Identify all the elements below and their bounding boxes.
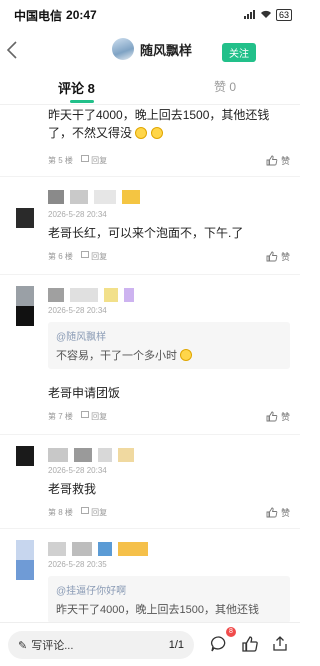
comment-text: 老哥长红，可以来个泡面不，下午.了 — [48, 226, 244, 240]
write-comment-placeholder: 写评论... — [31, 640, 74, 652]
floor-label: 第 7 楼 — [48, 411, 73, 421]
tab-likes[interactable]: 赞 0 — [214, 78, 236, 95]
floor-label: 第 8 楼 — [48, 507, 73, 517]
like-label: 赞 — [280, 411, 290, 422]
comment-text: 昨天干了4000，晚上回去1500，其他还钱了，不然又得没 — [48, 106, 288, 142]
reply-label: 回复 — [91, 251, 108, 261]
pencil-icon: ✎ — [18, 639, 28, 652]
floor-label: 第 5 楼 — [48, 155, 73, 165]
thumb-up-icon — [266, 155, 278, 165]
chevron-left-icon — [6, 41, 17, 59]
username-redacted[interactable] — [48, 190, 140, 204]
reply-label: 回复 — [91, 507, 108, 517]
active-tab-indicator — [70, 100, 94, 103]
emoji-sweat-icon — [180, 349, 193, 361]
comment-text: 老哥申请团饭 — [48, 386, 121, 400]
clock: 20:47 — [66, 8, 97, 22]
comment-text: 老哥救我 — [48, 482, 97, 496]
bottom-bar: ✎ 写评论... 1/1 8 — [0, 622, 300, 666]
username-redacted[interactable] — [48, 288, 134, 302]
comment-timestamp: 2026-5-28 20:34 — [48, 306, 107, 315]
quoted-comment[interactable]: @随风飘样 不容易，干了一个多小时 — [48, 322, 290, 369]
reply-icon — [80, 250, 89, 258]
tab-bar: 评论 8 赞 0 — [0, 78, 300, 104]
like-post-button[interactable] — [241, 635, 259, 653]
like-button[interactable]: 赞 — [266, 250, 290, 263]
quoted-text: 昨天干了4000，晚上回去1500，其他还钱 — [56, 604, 259, 616]
quoted-author[interactable]: @挂逼仔你好啊 — [56, 582, 282, 597]
author-info[interactable]: 随风飘样 — [112, 38, 192, 60]
divider — [0, 176, 300, 177]
divider — [0, 528, 300, 529]
comment-footer: 第 7 楼 回复 赞 — [48, 408, 290, 424]
page-indicator[interactable]: 1/1 — [169, 639, 184, 651]
comment-timestamp: 2026-5-28 20:34 — [48, 210, 107, 219]
avatar[interactable] — [16, 188, 34, 228]
quoted-author[interactable]: @随风飘样 — [56, 328, 282, 343]
comment-footer: 第 6 楼 回复 赞 — [48, 248, 290, 264]
thumb-up-icon — [266, 251, 278, 261]
signal-icon — [243, 9, 256, 21]
reply-button[interactable]: 回复 — [80, 250, 108, 262]
share-button[interactable] — [271, 635, 289, 653]
share-icon — [273, 636, 287, 651]
write-comment-input[interactable]: ✎ 写评论... 1/1 — [8, 631, 194, 659]
reply-label: 回复 — [91, 411, 108, 421]
divider — [0, 274, 300, 275]
emoji-laughing-icon — [135, 127, 148, 139]
comment-timestamp: 2026-5-28 20:34 — [48, 466, 107, 475]
reply-button[interactable]: 回复 — [80, 506, 108, 518]
divider — [0, 434, 300, 435]
username-redacted[interactable] — [48, 542, 148, 556]
reply-icon — [80, 154, 89, 162]
thumb-up-icon — [266, 411, 278, 421]
avatar[interactable] — [16, 540, 34, 580]
quoted-text: 不容易，干了一个多小时 — [56, 347, 282, 363]
floor-label: 第 6 楼 — [48, 251, 73, 261]
like-button[interactable]: 赞 — [266, 154, 290, 167]
carrier-label: 中国电信 — [14, 8, 63, 23]
like-label: 赞 — [280, 155, 290, 166]
comment-timestamp: 2026-5-28 20:35 — [48, 560, 107, 569]
thumb-up-icon — [266, 507, 278, 517]
author-avatar — [112, 38, 134, 60]
comment-list[interactable]: 昨天干了4000，晚上回去1500，其他还钱了，不然又得没 第 5 楼 回复 赞 — [0, 104, 300, 622]
comment-icon — [211, 636, 226, 652]
like-label: 赞 — [280, 251, 290, 262]
nav-bar: 随风飘样 关注 — [0, 32, 300, 70]
comment-footer: 第 5 楼 回复 赞 — [48, 152, 290, 168]
like-button[interactable]: 赞 — [266, 410, 290, 423]
reply-icon — [80, 506, 89, 514]
comment-footer: 第 8 楼 回复 赞 — [48, 504, 290, 520]
username-redacted[interactable] — [48, 448, 134, 462]
reply-icon — [80, 410, 89, 418]
thumb-up-icon — [242, 636, 258, 652]
reply-button[interactable]: 回复 — [80, 154, 108, 166]
status-bar: 中国电信 20:47 63 — [0, 0, 300, 30]
quoted-text-body: 不容易，干了一个多小时 — [56, 350, 177, 362]
wifi-icon — [260, 10, 272, 21]
author-name: 随风飘样 — [140, 42, 193, 58]
avatar[interactable] — [16, 286, 34, 326]
like-label: 赞 — [280, 507, 290, 518]
battery-icon: 63 — [275, 9, 292, 21]
emoji-laughing-icon — [150, 127, 163, 139]
comment-count-badge: 8 — [226, 627, 236, 637]
reply-label: 回复 — [91, 155, 108, 165]
follow-button[interactable]: 关注 — [222, 43, 256, 62]
like-button[interactable]: 赞 — [266, 506, 290, 519]
status-icons: 63 — [243, 9, 292, 21]
tab-comments[interactable]: 评论 8 — [58, 78, 95, 97]
reply-button[interactable]: 回复 — [80, 410, 108, 422]
quoted-comment[interactable]: @挂逼仔你好啊 昨天干了4000，晚上回去1500，其他还钱 — [48, 576, 290, 622]
back-button[interactable] — [6, 40, 26, 62]
comment-button[interactable] — [210, 635, 228, 653]
avatar[interactable] — [16, 446, 34, 486]
